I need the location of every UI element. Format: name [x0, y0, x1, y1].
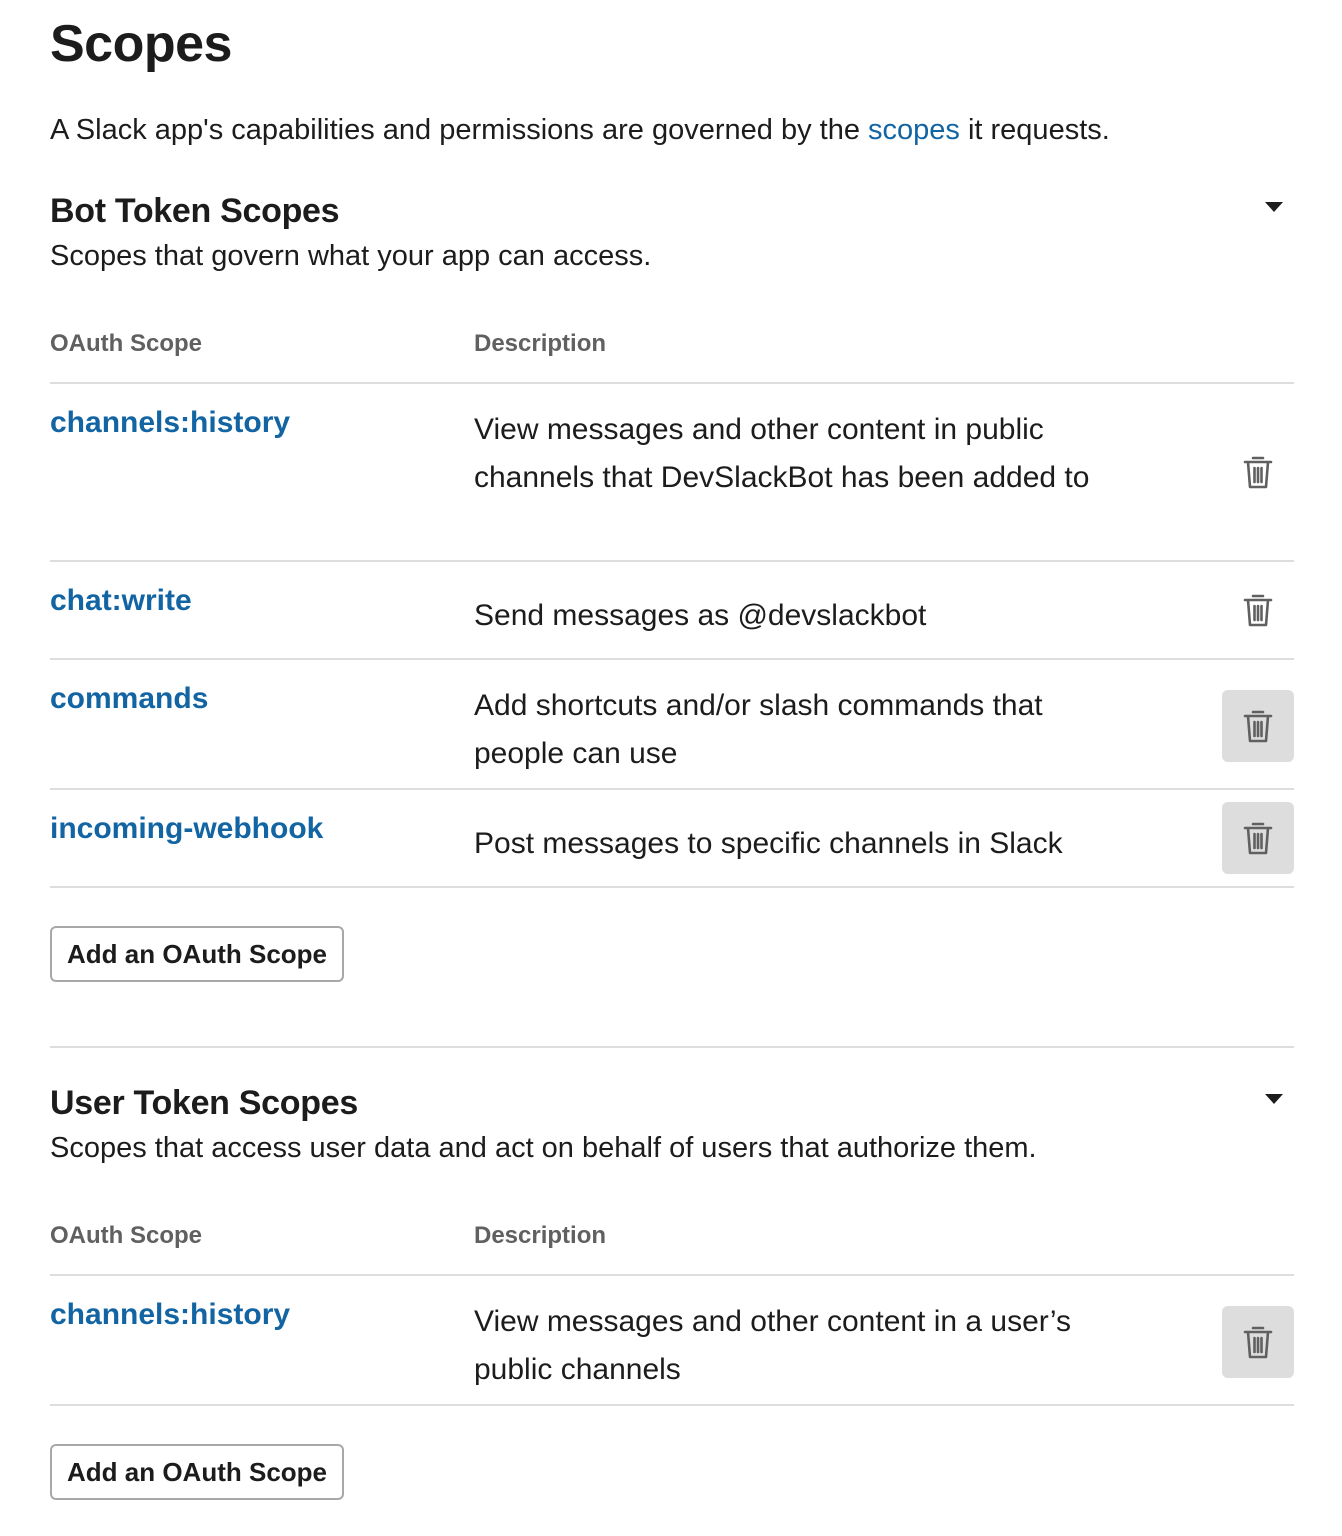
intro-text-start: A Slack app's capabilities and permissio…: [50, 114, 869, 146]
scope-description: Add shortcuts and/or slash commands that…: [474, 689, 1043, 770]
remove-scope-button[interactable]: [1222, 802, 1294, 874]
remove-scope-button[interactable]: [1222, 690, 1294, 762]
bot-section-subtitle: Scopes that govern what your app can acc…: [50, 240, 652, 272]
oauth-scope-column-header: OAuth Scope: [50, 1222, 203, 1249]
user-section-subtitle: Scopes that access user data and act on …: [50, 1132, 1037, 1164]
scope-name[interactable]: commands: [50, 682, 208, 716]
table-row: commands Add shortcuts and/or slash comm…: [50, 660, 1294, 790]
intro-text-end: it requests.: [959, 114, 1110, 146]
user-token-scopes-section: User Token Scopes Scopes that access use…: [50, 1084, 1294, 1500]
scopes-link[interactable]: scopes: [868, 114, 960, 146]
description-column-header: Description: [474, 330, 607, 357]
description-column-header: Description: [474, 1222, 607, 1249]
oauth-scope-column-header: OAuth Scope: [50, 330, 203, 357]
scope-name[interactable]: incoming-webhook: [50, 812, 323, 846]
scope-description: Post messages to specific channels in Sl…: [474, 827, 1063, 860]
section-divider: [50, 1046, 1294, 1048]
remove-scope-button[interactable]: [1222, 1306, 1294, 1378]
table-row: chat:write Send messages as @devslackbot: [50, 562, 1294, 660]
add-oauth-scope-button[interactable]: Add an OAuth Scope: [50, 1444, 344, 1500]
bot-table-header: OAuth Scope Description: [50, 288, 1294, 384]
user-table-header: OAuth Scope Description: [50, 1180, 1294, 1276]
user-section-header: User Token Scopes Scopes that access use…: [50, 1084, 1294, 1180]
scope-description: View messages and other content in a use…: [474, 1305, 1072, 1386]
caret-down-icon[interactable]: [1265, 1094, 1283, 1104]
scope-name[interactable]: channels:history: [50, 1298, 290, 1332]
table-row: incoming-webhook Post messages to specif…: [50, 790, 1294, 888]
add-oauth-scope-button[interactable]: Add an OAuth Scope: [50, 926, 344, 982]
trash-icon: [1243, 594, 1273, 627]
bot-section-header: Bot Token Scopes Scopes that govern what…: [50, 192, 1294, 288]
bot-token-scopes-section: Bot Token Scopes Scopes that govern what…: [50, 192, 1294, 982]
trash-icon: [1243, 710, 1273, 743]
trash-icon: [1243, 456, 1273, 489]
bot-section-title: Bot Token Scopes: [50, 192, 340, 230]
trash-icon: [1243, 1326, 1273, 1359]
caret-down-icon[interactable]: [1265, 202, 1283, 212]
page-title: Scopes: [50, 15, 232, 73]
scope-name[interactable]: chat:write: [50, 584, 192, 618]
user-section-title: User Token Scopes: [50, 1084, 358, 1122]
table-row: channels:history View messages and other…: [50, 1276, 1294, 1406]
page: Scopes A Slack app's capabilities and pe…: [0, 0, 1342, 1536]
remove-scope-button[interactable]: [1222, 574, 1294, 646]
remove-scope-button[interactable]: [1222, 436, 1294, 508]
table-row: channels:history View messages and other…: [50, 384, 1294, 562]
scope-name[interactable]: channels:history: [50, 406, 290, 440]
intro-text: A Slack app's capabilities and permissio…: [50, 114, 1110, 147]
scope-description: Send messages as @devslackbot: [474, 599, 927, 632]
scope-description: View messages and other content in publi…: [474, 413, 1090, 494]
trash-icon: [1243, 822, 1273, 855]
